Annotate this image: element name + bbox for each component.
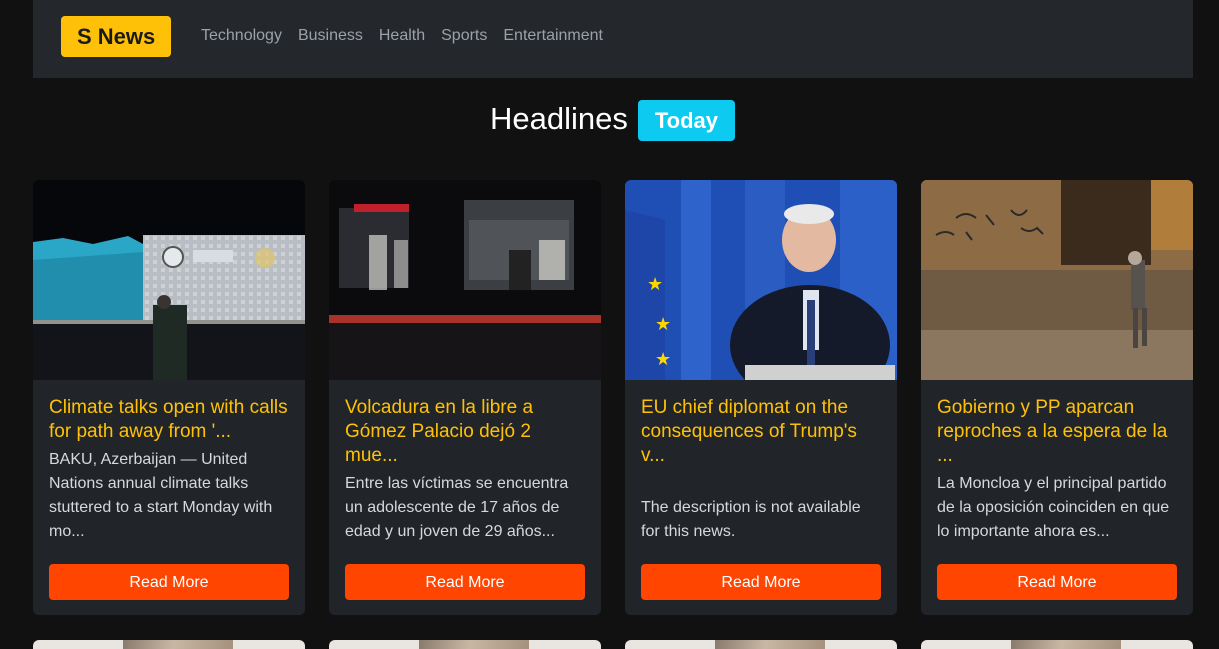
nav-link-sports[interactable]: Sports	[441, 24, 487, 48]
nav-link-entertainment[interactable]: Entertainment	[503, 24, 603, 48]
news-title[interactable]: EU chief diplomat on the consequences of…	[641, 396, 883, 468]
nav-link-technology[interactable]: Technology	[201, 24, 282, 48]
svg-text:★: ★	[655, 349, 671, 370]
svg-text:★: ★	[655, 314, 671, 335]
nav-link-business[interactable]: Business	[298, 24, 363, 48]
navbar: S News Technology Business Health Sports…	[33, 0, 1193, 78]
news-image: ★ ★ ★	[625, 180, 897, 380]
news-card-next-row	[625, 640, 897, 649]
read-more-button[interactable]: Read More	[641, 564, 881, 600]
read-more-button[interactable]: Read More	[937, 564, 1177, 600]
news-card-next-row	[33, 640, 305, 649]
page: S News Technology Business Health Sports…	[0, 0, 1219, 649]
news-card: Volcadura en la libre a Gómez Palacio de…	[329, 180, 601, 615]
news-card-next-row	[329, 640, 601, 649]
news-card: Gobierno y PP aparcan reproches a la esp…	[921, 180, 1193, 615]
news-card-next-row	[921, 640, 1193, 649]
svg-text:★: ★	[647, 274, 663, 295]
news-title[interactable]: Volcadura en la libre a Gómez Palacio de…	[345, 396, 587, 468]
news-description: The description is not available for thi…	[641, 499, 861, 540]
news-description: BAKU, Azerbaijan — United Nations annual…	[49, 451, 273, 540]
news-description: La Moncloa y el principal partido de la …	[937, 475, 1170, 540]
nav-link-health[interactable]: Health	[379, 24, 425, 48]
read-more-button[interactable]: Read More	[345, 564, 585, 600]
news-image	[921, 180, 1193, 380]
news-image	[33, 180, 305, 380]
news-title[interactable]: Climate talks open with calls for path a…	[49, 396, 291, 444]
news-title[interactable]: Gobierno y PP aparcan reproches a la esp…	[937, 396, 1179, 468]
page-heading: Headlines Today	[0, 96, 1219, 141]
brand-logo[interactable]: S News	[61, 16, 172, 57]
page-title: Headlines	[489, 100, 628, 136]
read-more-button[interactable]: Read More	[49, 564, 289, 600]
news-card: ★ ★ ★ EU chief diplomat on the consequen…	[625, 180, 897, 615]
news-card: Climate talks open with calls for path a…	[33, 180, 305, 615]
today-badge: Today	[637, 100, 736, 141]
news-description: Entre las víctimas se encuentra un adole…	[345, 475, 569, 540]
nav-links: Technology Business Health Sports Entert…	[201, 24, 603, 48]
news-image	[329, 180, 601, 380]
